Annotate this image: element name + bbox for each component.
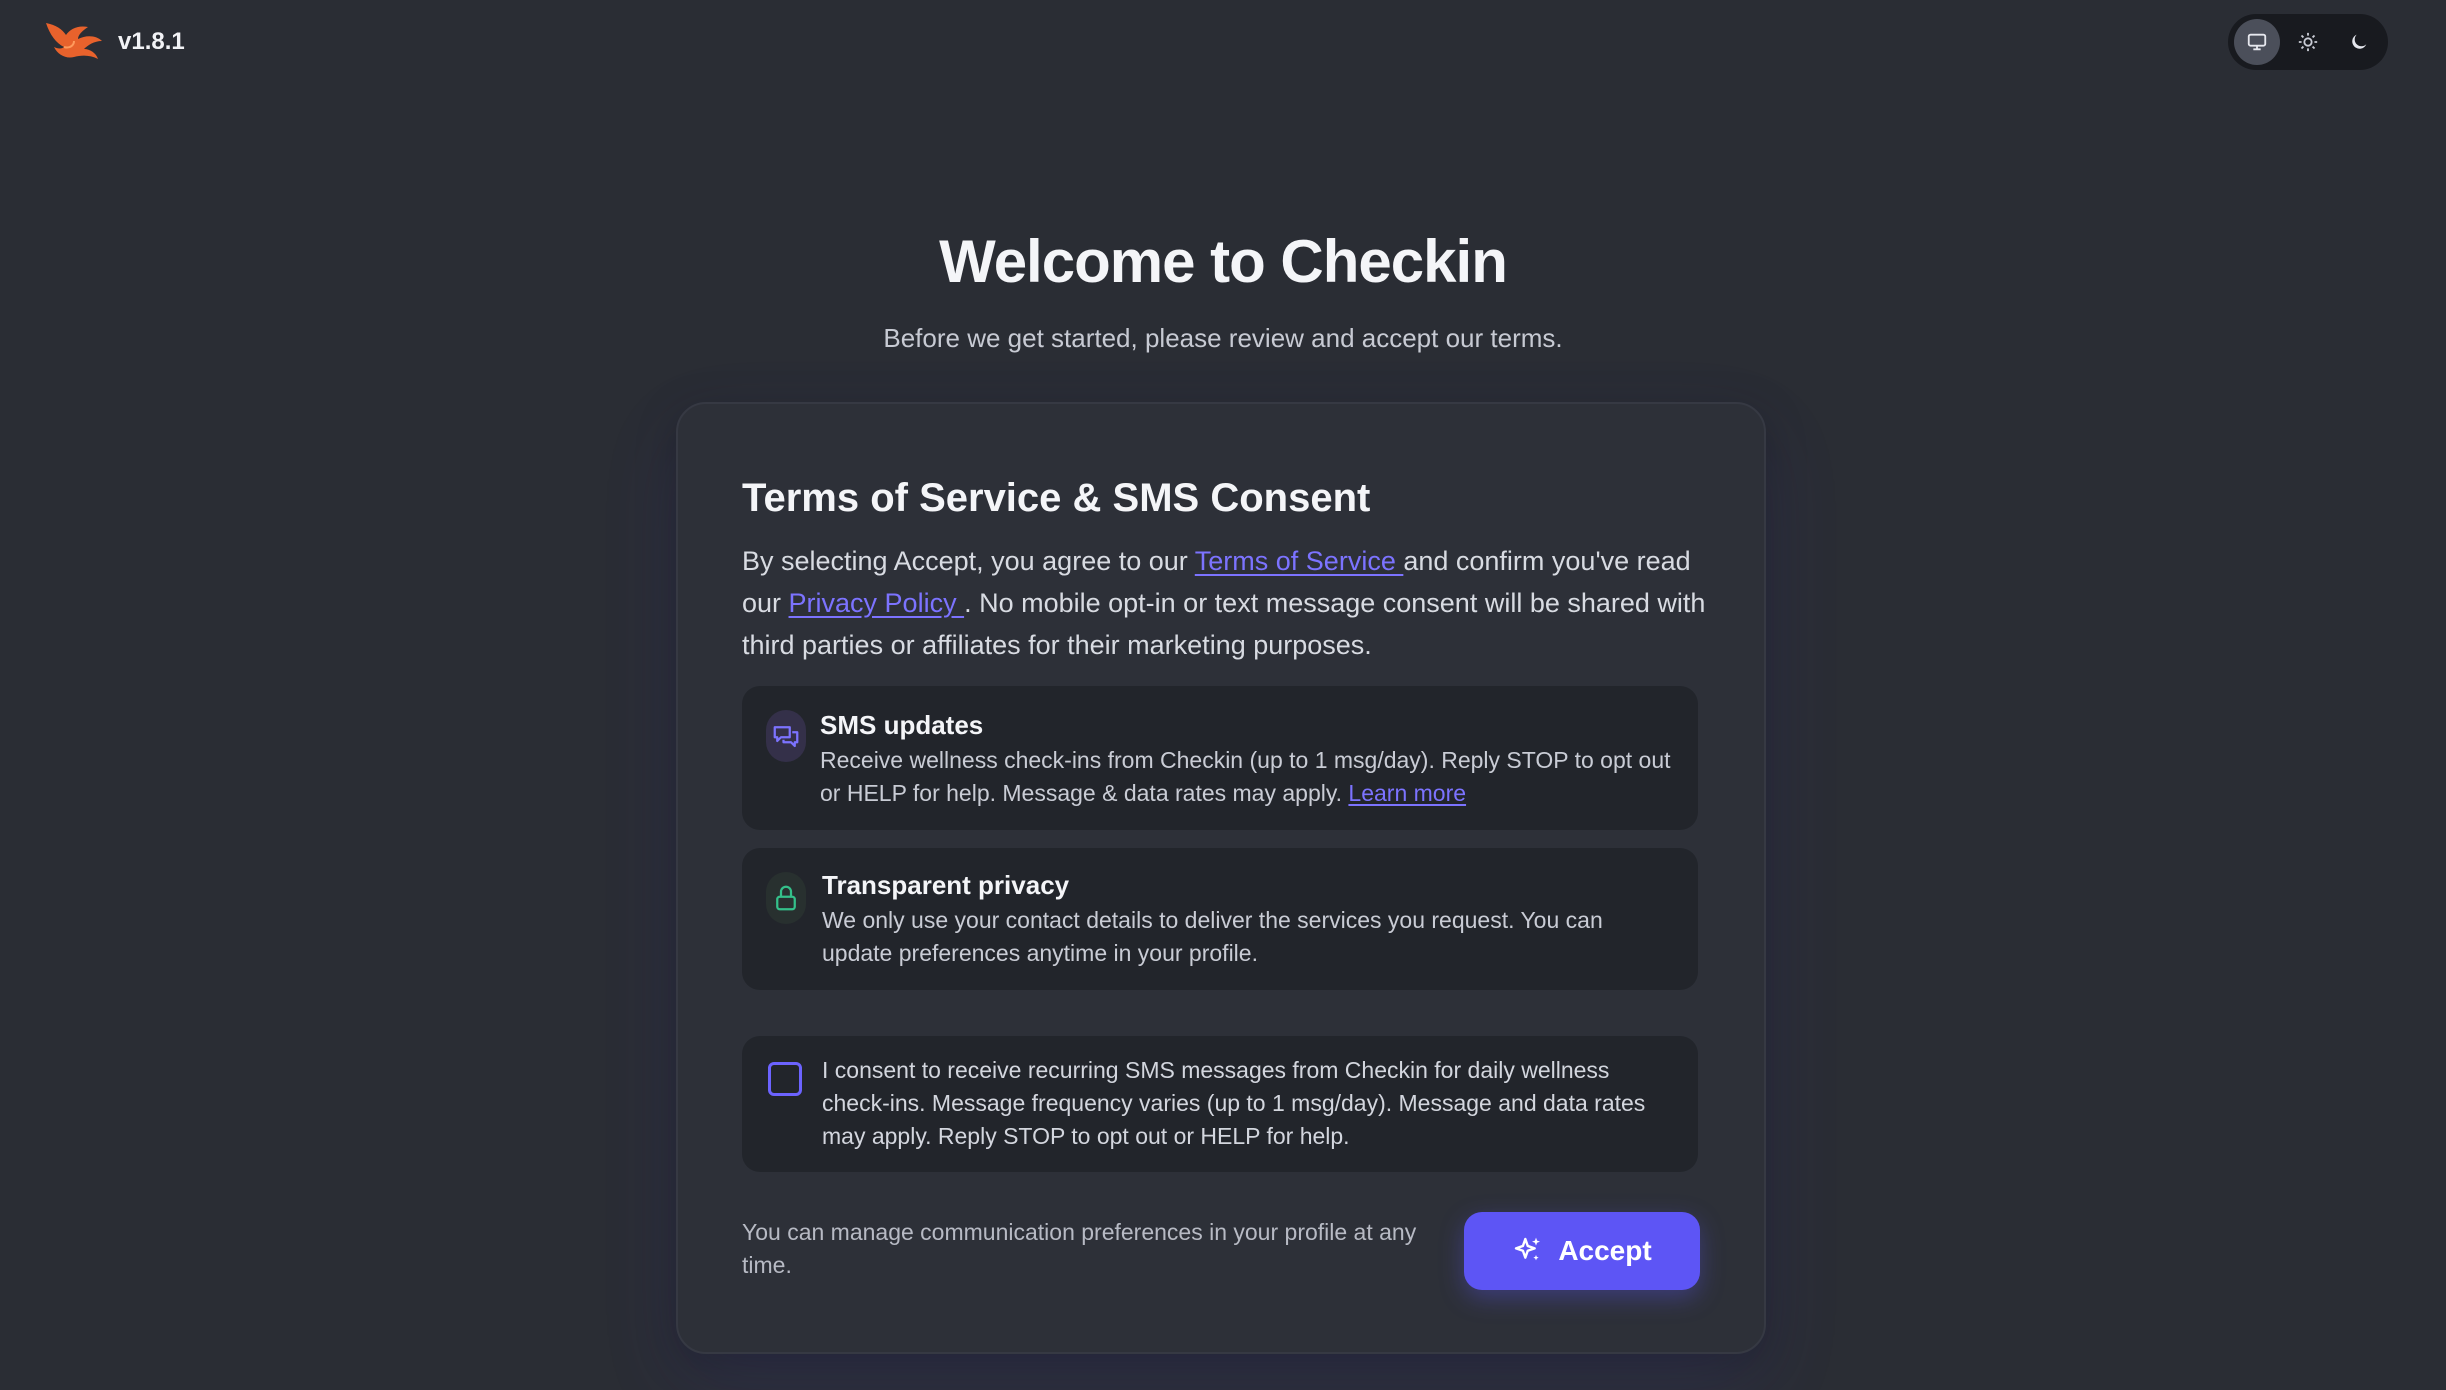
page-subtitle: Before we get started, please review and… bbox=[883, 323, 1563, 353]
privacy-body: We only use your contact details to deli… bbox=[822, 907, 1603, 966]
app-version: v1.8.1 bbox=[118, 28, 185, 55]
theme-system-button[interactable] bbox=[2234, 19, 2280, 65]
brand: v1.8.1 bbox=[44, 18, 185, 66]
phoenix-logo-icon bbox=[44, 19, 104, 66]
terms-intro: By selecting Accept, you agree to our Te… bbox=[742, 540, 1722, 666]
privacy-box: Transparent privacy We only use your con… bbox=[742, 848, 1698, 990]
monitor-icon bbox=[2247, 33, 2267, 51]
sms-updates-text: Receive wellness check-ins from Checkin … bbox=[820, 747, 1671, 806]
page-title: Welcome to Checkin bbox=[939, 228, 1508, 295]
sparkles-icon bbox=[1515, 1237, 1541, 1261]
sms-consent-checkbox[interactable] bbox=[768, 1062, 802, 1096]
theme-dark-button[interactable] bbox=[2336, 19, 2382, 65]
sms-updates-title: SMS updates bbox=[820, 710, 984, 740]
chat-bubbles-icon bbox=[766, 710, 806, 762]
sun-icon bbox=[2298, 32, 2318, 52]
accept-button[interactable]: Accept bbox=[1464, 1212, 1700, 1290]
terms-of-service-link[interactable]: Terms of Service bbox=[1195, 546, 1404, 576]
card-title: Terms of Service & SMS Consent bbox=[742, 476, 1371, 520]
sms-updates-box: SMS updates Receive wellness check-ins f… bbox=[742, 686, 1698, 830]
terms-card: Terms of Service & SMS Consent By select… bbox=[676, 402, 1766, 1354]
top-bar: v1.8.1 bbox=[0, 0, 2446, 84]
theme-switcher bbox=[2228, 14, 2388, 70]
sms-updates-body: Receive wellness check-ins from Checkin … bbox=[820, 744, 1676, 810]
privacy-title: Transparent privacy bbox=[822, 870, 1070, 900]
learn-more-link[interactable]: Learn more bbox=[1348, 780, 1466, 806]
theme-light-button[interactable] bbox=[2285, 19, 2331, 65]
preferences-note: You can manage communication preferences… bbox=[742, 1219, 1417, 1278]
sms-consent-box: I consent to receive recurring SMS messa… bbox=[742, 1036, 1698, 1172]
hero: Welcome to Checkin Before we get started… bbox=[0, 222, 2446, 354]
privacy-policy-link[interactable]: Privacy Policy bbox=[789, 588, 965, 618]
moon-icon bbox=[2352, 34, 2367, 49]
accept-button-label: Accept bbox=[1558, 1235, 1652, 1266]
lock-icon bbox=[766, 872, 806, 924]
intro-text-1: By selecting Accept, you agree to our bbox=[742, 546, 1195, 576]
sms-consent-label: I consent to receive recurring SMS messa… bbox=[822, 1057, 1646, 1149]
